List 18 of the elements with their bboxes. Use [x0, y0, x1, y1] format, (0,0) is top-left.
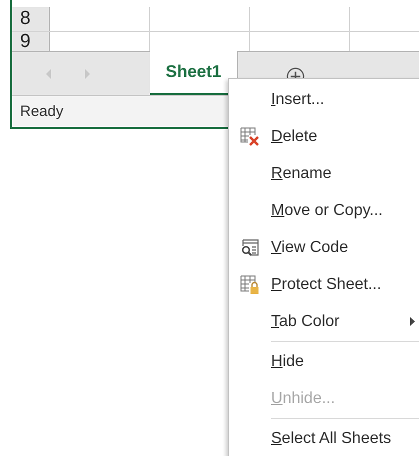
scroll-left-icon[interactable]: [46, 68, 52, 78]
menu-item[interactable]: Hide: [229, 343, 419, 380]
status-text: Ready: [20, 103, 64, 120]
code-view-icon: [240, 238, 260, 258]
menu-item[interactable]: Rename: [229, 155, 419, 192]
menu-item[interactable]: Tab Color: [229, 303, 419, 340]
menu-item[interactable]: View Code: [229, 229, 419, 266]
menu-item[interactable]: Delete: [229, 118, 419, 155]
menu-item[interactable]: Move or Copy...: [229, 192, 419, 229]
row-header[interactable]: 8: [12, 7, 50, 31]
menu-item[interactable]: Select All Sheets: [229, 420, 419, 456]
scroll-right-icon[interactable]: [84, 68, 90, 78]
submenu-arrow-icon: [410, 317, 415, 326]
sheet-lock-icon: [240, 274, 260, 294]
sheet-tab[interactable]: Sheet1: [150, 51, 238, 95]
table-delete-icon: [240, 126, 260, 146]
menu-item[interactable]: Protect Sheet...: [229, 266, 419, 303]
row-header[interactable]: 9: [12, 32, 50, 51]
